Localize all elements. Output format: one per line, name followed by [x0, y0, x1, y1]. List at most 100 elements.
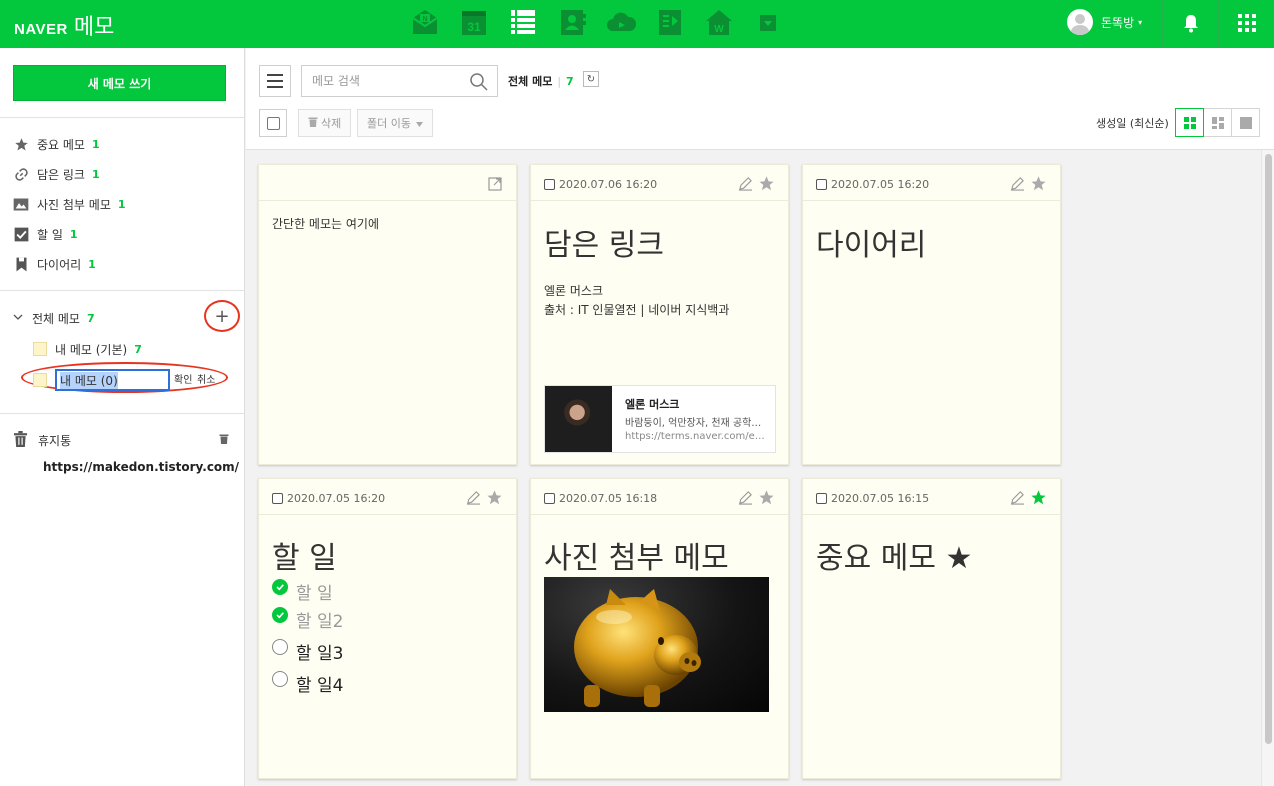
sidebar-item-todo[interactable]: 할 일 1 — [13, 224, 78, 244]
quick-memo-card[interactable]: 간단한 메모는 여기에 — [258, 164, 517, 465]
memo-card[interactable]: 2020.07.05 16:20 할 일 할 일 할 일2 할 일3 할 일4 — [258, 478, 517, 779]
folder-item-default[interactable]: 내 메모 (기본) 7 — [33, 340, 142, 358]
card-checkbox[interactable] — [544, 493, 555, 504]
divider — [0, 413, 245, 414]
chevron-down-icon — [415, 117, 423, 130]
mail-icon[interactable]: N — [410, 7, 440, 37]
calendar-icon[interactable]: 31 — [459, 7, 489, 37]
pencil-icon[interactable] — [738, 490, 753, 505]
card-header — [259, 165, 516, 201]
confirm-folder-button[interactable]: 확인 — [174, 371, 192, 386]
sidebar: 새 메모 쓰기 중요 메모 1 담은 링크 1 사진 첨부 메모 1 할 일 1… — [0, 48, 245, 786]
calendar-day-text: 31 — [467, 20, 481, 34]
user-menu[interactable]: 돈똑방 ▾ — [1067, 8, 1142, 36]
folder-label: 내 메모 (기본) — [55, 342, 128, 357]
new-memo-button[interactable]: 새 메모 쓰기 — [13, 65, 226, 101]
memo-card[interactable]: 2020.07.05 16:15 중요 메모 ★ — [802, 478, 1061, 779]
pencil-icon[interactable] — [1010, 490, 1025, 505]
count-badge: 1 — [88, 257, 96, 271]
todo-item[interactable]: 할 일3 — [272, 639, 344, 664]
link-thumbnail — [545, 386, 612, 452]
memo-list-icon[interactable] — [508, 7, 538, 37]
star-icon[interactable] — [1030, 489, 1047, 506]
cancel-folder-button[interactable]: 취소 — [197, 371, 215, 386]
card-checkbox[interactable] — [816, 493, 827, 504]
star-icon[interactable] — [758, 489, 775, 506]
empty-trash-icon[interactable] — [219, 433, 229, 447]
check-circle-icon[interactable] — [272, 579, 288, 595]
menu-toggle-button[interactable] — [259, 65, 291, 97]
pencil-icon[interactable] — [1010, 176, 1025, 191]
memo-card[interactable]: 2020.07.06 16:20 담은 링크 엘론 머스크 출처 : IT 인물… — [530, 164, 789, 465]
star-icon[interactable] — [486, 489, 503, 506]
pencil-icon[interactable] — [738, 176, 753, 191]
blog-home-icon[interactable]: W — [704, 7, 734, 37]
all-services-grid-icon[interactable] — [1238, 14, 1256, 32]
add-folder-button[interactable]: + — [204, 300, 240, 332]
sort-dropdown[interactable]: 생성일 (최신순) — [1096, 115, 1183, 131]
refresh-icon[interactable]: ↻ — [583, 71, 599, 87]
card-date-text: 2020.07.05 16:15 — [831, 492, 930, 505]
todo-item[interactable]: 할 일 — [272, 579, 333, 604]
memo-card[interactable]: 2020.07.05 16:20 다이어리 — [802, 164, 1061, 465]
select-all-checkbox[interactable] — [259, 109, 287, 137]
new-folder-name-value: 내 메모 (0) — [60, 371, 118, 389]
scrollbar-thumb[interactable] — [1265, 154, 1272, 744]
bell-icon[interactable] — [1180, 12, 1202, 34]
new-folder-name-input[interactable]: 내 메모 (0) — [55, 369, 170, 391]
link-description: 바람둥이, 억만장자, 천재 공학자, 그리고 또 — [625, 418, 770, 429]
empty-circle-icon[interactable] — [272, 639, 288, 655]
scrollbar[interactable] — [1261, 150, 1274, 786]
search-box — [301, 65, 498, 97]
naver-memo-logo[interactable]: NAVER 메모 — [14, 9, 114, 40]
card-date[interactable]: 2020.07.05 16:15 — [816, 492, 929, 505]
delete-label: 삭제 — [321, 117, 342, 130]
contacts-icon[interactable] — [557, 7, 587, 37]
todo-item[interactable]: 할 일2 — [272, 607, 344, 632]
masonry-view-icon[interactable] — [1203, 108, 1232, 137]
sidebar-item-links[interactable]: 담은 링크 1 — [13, 164, 100, 184]
card-date[interactable]: 2020.07.06 16:20 — [544, 178, 657, 191]
empty-circle-icon[interactable] — [272, 671, 288, 687]
svg-text:N: N — [422, 16, 427, 23]
sidebar-item-diary[interactable]: 다이어리 1 — [13, 254, 96, 274]
card-checkbox[interactable] — [544, 179, 555, 190]
card-date[interactable]: 2020.07.05 16:20 — [816, 178, 929, 191]
link-preview[interactable]: 엘론 머스크 바람둥이, 억만장자, 천재 공학자, 그리고 또 https:/… — [544, 385, 776, 453]
todo-label: 할 일 — [296, 583, 333, 604]
count-badge: 7 — [134, 342, 142, 356]
check-circle-icon[interactable] — [272, 607, 288, 623]
sidebar-item-important[interactable]: 중요 메모 1 — [13, 134, 100, 154]
more-apps-dropdown-icon[interactable] — [753, 7, 783, 37]
card-checkbox[interactable] — [272, 493, 283, 504]
expand-icon[interactable] — [488, 176, 502, 191]
card-date[interactable]: 2020.07.05 16:18 — [544, 492, 657, 505]
delete-button[interactable]: 삭제 — [298, 109, 352, 137]
chevron-down-icon[interactable] — [13, 313, 25, 324]
card-date[interactable]: 2020.07.05 16:20 — [272, 492, 385, 505]
todo-item[interactable]: 할 일4 — [272, 671, 344, 696]
card-date-text: 2020.07.05 16:20 — [287, 492, 386, 505]
move-folder-button[interactable]: 폴더 이동 — [357, 109, 433, 137]
todo-label: 할 일4 — [296, 675, 344, 696]
quick-memo-placeholder[interactable]: 간단한 메모는 여기에 — [272, 215, 379, 234]
sidebar-item-photo[interactable]: 사진 첨부 메모 1 — [13, 194, 126, 214]
card-date-text: 2020.07.06 16:20 — [559, 178, 658, 191]
pencil-icon[interactable] — [466, 490, 481, 505]
search-input[interactable] — [302, 66, 462, 96]
sidebar-item-trash[interactable]: 휴지통 — [13, 430, 233, 450]
office-icon[interactable] — [655, 7, 685, 37]
cloud-icon[interactable] — [606, 7, 636, 37]
star-icon[interactable] — [1030, 175, 1047, 192]
trash-icon — [308, 116, 318, 130]
search-icon[interactable] — [469, 72, 489, 92]
single-view-icon[interactable] — [1231, 108, 1260, 137]
grid-view-icon[interactable] — [1175, 108, 1204, 137]
star-icon[interactable] — [758, 175, 775, 192]
divider — [1218, 0, 1219, 48]
card-date-text: 2020.07.05 16:20 — [831, 178, 930, 191]
card-checkbox[interactable] — [816, 179, 827, 190]
card-header: 2020.07.05 16:15 — [803, 479, 1060, 515]
link-title: 엘론 머스크 — [625, 398, 680, 411]
memo-card[interactable]: 2020.07.05 16:18 사진 첨부 메모 — [530, 478, 789, 779]
